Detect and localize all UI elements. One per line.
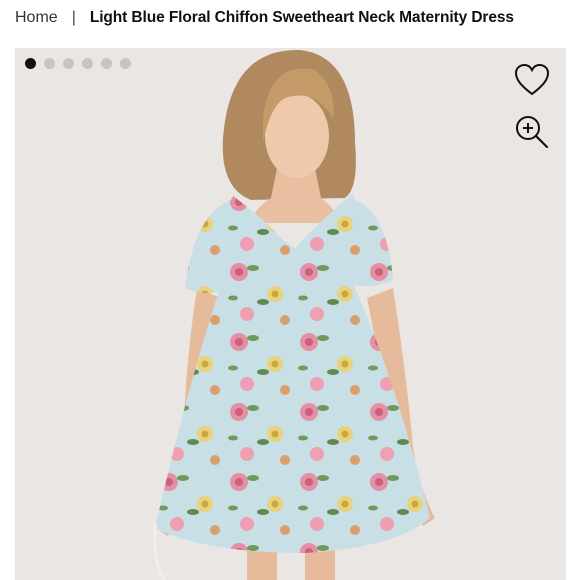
product-image[interactable] [15,48,566,580]
heart-icon [514,63,550,96]
breadcrumb: Home | Light Blue Floral Chiffon Sweethe… [0,0,580,36]
carousel-dot-3[interactable] [63,58,74,69]
carousel-dot-5[interactable] [101,58,112,69]
carousel-dot-6[interactable] [120,58,131,69]
carousel-dot-4[interactable] [82,58,93,69]
page-title: Light Blue Floral Chiffon Sweetheart Nec… [89,9,514,26]
zoom-button[interactable] [512,112,552,152]
model-photo-illustration [152,49,435,580]
breadcrumb-separator: | [71,9,76,26]
favorite-button[interactable] [512,60,552,100]
zoom-in-icon [516,116,549,149]
carousel-dot-2[interactable] [44,58,55,69]
carousel-dot-1[interactable] [25,58,36,69]
breadcrumb-home-link[interactable]: Home [15,9,58,27]
carousel-dots [25,58,131,69]
